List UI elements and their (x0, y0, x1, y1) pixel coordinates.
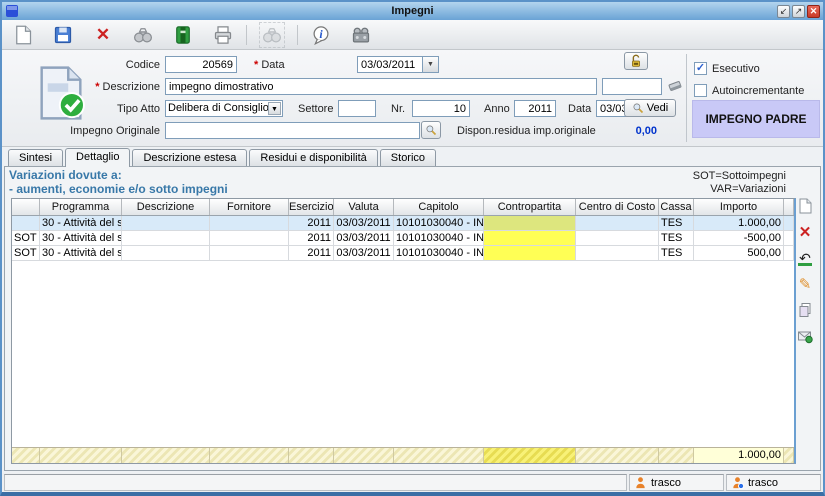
col-centro-di-costo[interactable]: Centro di Costo (576, 199, 659, 215)
status-bar: trasco trasco (2, 473, 823, 492)
impegno-originale-field[interactable] (165, 122, 420, 139)
undo-icon[interactable]: ↶ (796, 249, 814, 267)
main-toolbar: ✕ i (2, 20, 823, 50)
impegno-originale-label: Impegno Originale (62, 122, 160, 140)
status-message-cell (4, 474, 627, 491)
descrizione-field[interactable] (165, 78, 597, 95)
send-icon[interactable] (796, 327, 814, 345)
tipo-atto-dropdown-icon: ▼ (268, 102, 281, 115)
settore-field[interactable] (338, 100, 376, 117)
row-actions-toolbar: ✕ ↶ ✎ (793, 197, 817, 345)
tab-residui-disponibilita[interactable]: Residui e disponibilità (249, 149, 377, 166)
data-registrazione-field[interactable] (357, 56, 423, 73)
tipo-atto-select[interactable]: Delibera di Consiglio▼ (165, 100, 283, 117)
descrizione-label: * Descrizione (62, 78, 160, 96)
lock-icon (629, 54, 643, 68)
contropartita-total-cell (484, 448, 576, 463)
copy-row-icon[interactable] (796, 301, 814, 319)
anno-field[interactable] (514, 100, 556, 117)
tab-sintesi[interactable]: Sintesi (8, 149, 63, 166)
user-icon (634, 476, 647, 489)
col-cassa[interactable]: Cassa (659, 199, 694, 215)
status-user1-cell: trasco (629, 474, 724, 491)
form-divider (686, 54, 687, 142)
col-fornitore[interactable]: Fornitore (210, 199, 289, 215)
toolbar-separator (246, 25, 247, 45)
codice-field[interactable] (165, 56, 237, 73)
contropartita-cell (484, 231, 576, 245)
disponibilita-label: Dispon.residua imp.originale (457, 122, 596, 140)
autoincrementante-label: Autoincrementante (712, 82, 804, 100)
variazioni-table: Programma Descrizione Fornitore Esercizi… (11, 198, 796, 464)
disponibilita-value: 0,00 (602, 122, 657, 140)
magnifier-icon (425, 124, 437, 136)
impegni-window: Impegni ↙ ↗ ✕ ✕ i Codice * Data Registra… (0, 0, 825, 496)
codice-label: Codice (82, 56, 160, 74)
data-registrazione-dropdown-icon[interactable]: ▼ (423, 56, 439, 73)
impegno-originale-search-button[interactable] (421, 121, 441, 139)
legend: SOT=Sottoimpegni VAR=Variazioni (693, 170, 786, 196)
print-icon[interactable] (212, 24, 234, 46)
lock-button[interactable] (624, 52, 648, 70)
autoincrementante-checkbox[interactable] (694, 84, 707, 97)
esecutivo-checkbox[interactable]: ✓ (694, 62, 707, 75)
totals-row: 1.000,00 (12, 447, 794, 463)
magnifier-icon (632, 102, 644, 114)
impegno-padre-button[interactable]: IMPEGNO PADRE (692, 100, 820, 138)
variazioni-heading: Variazioni dovute a: - aumenti, economie… (9, 168, 228, 196)
esecutivo-label: Esecutivo (712, 60, 760, 78)
dettaglio-panel: Variazioni dovute a: - aumenti, economie… (4, 166, 821, 471)
header-form: Codice * Data Registrazione ▼ * Descrizi… (2, 50, 823, 147)
nr-field[interactable] (412, 100, 470, 117)
col-descrizione[interactable]: Descrizione (122, 199, 210, 215)
nr-label: Nr. (391, 100, 405, 118)
window-title: Impegni (2, 5, 823, 17)
table-header: Programma Descrizione Fornitore Esercizi… (12, 199, 794, 216)
tipo-atto-label: Tipo Atto (82, 100, 160, 118)
archive-icon[interactable] (172, 24, 194, 46)
col-valuta[interactable]: Valuta (334, 199, 394, 215)
info-icon[interactable]: i (310, 24, 332, 46)
tab-storico[interactable]: Storico (380, 149, 436, 166)
camera-icon[interactable] (350, 24, 372, 46)
col-esercizio[interactable]: Esercizio (289, 199, 334, 215)
table-row[interactable]: SOT 30 - Attività del setto 2011 03/03/2… (12, 246, 794, 261)
descrizione-extra-field[interactable] (602, 78, 662, 95)
vedi-button[interactable]: Vedi (624, 99, 676, 117)
minimize-button[interactable]: ↙ (777, 5, 790, 18)
maximize-button[interactable]: ↗ (792, 5, 805, 18)
col-contropartita[interactable]: Contropartita (484, 199, 576, 215)
save-icon[interactable] (52, 24, 74, 46)
contropartita-cell (484, 246, 576, 260)
settore-label: Settore (298, 100, 333, 118)
user-online-icon (731, 476, 744, 489)
col-capitolo[interactable]: Capitolo (394, 199, 484, 215)
status-user2-cell: trasco (726, 474, 821, 491)
close-button[interactable]: ✕ (807, 5, 820, 18)
table-row[interactable]: 30 - Attività del setto 2011 03/03/2011 … (12, 216, 794, 231)
search-icon[interactable] (132, 24, 154, 46)
tab-bar: Sintesi Dettaglio Descrizione estesa Res… (2, 147, 823, 166)
contropartita-cell (484, 216, 576, 230)
toolbar-separator (297, 25, 298, 45)
delete-row-icon[interactable]: ✕ (796, 223, 814, 241)
col-importo[interactable]: Importo (694, 199, 784, 215)
edit-row-icon[interactable]: ✎ (796, 275, 814, 293)
tab-dettaglio[interactable]: Dettaglio (65, 148, 130, 167)
data-registrazione-label: * Data Registrazione (254, 56, 354, 74)
col-programma[interactable]: Programma (40, 199, 122, 215)
importo-total: 1.000,00 (694, 448, 784, 463)
anno-label: Anno (484, 100, 510, 118)
search-secondary-icon[interactable] (259, 22, 285, 48)
col-tipo[interactable] (12, 199, 40, 215)
title-bar: Impegni ↙ ↗ ✕ (2, 2, 823, 20)
add-row-icon[interactable] (796, 197, 814, 215)
delete-icon[interactable]: ✕ (92, 24, 114, 46)
data-label: Data (568, 100, 591, 118)
new-document-icon[interactable] (12, 24, 34, 46)
tab-descrizione-estesa[interactable]: Descrizione estesa (132, 149, 247, 166)
eraser-icon[interactable] (667, 77, 683, 96)
table-row[interactable]: SOT 30 - Attività del setto 2011 03/03/2… (12, 231, 794, 246)
